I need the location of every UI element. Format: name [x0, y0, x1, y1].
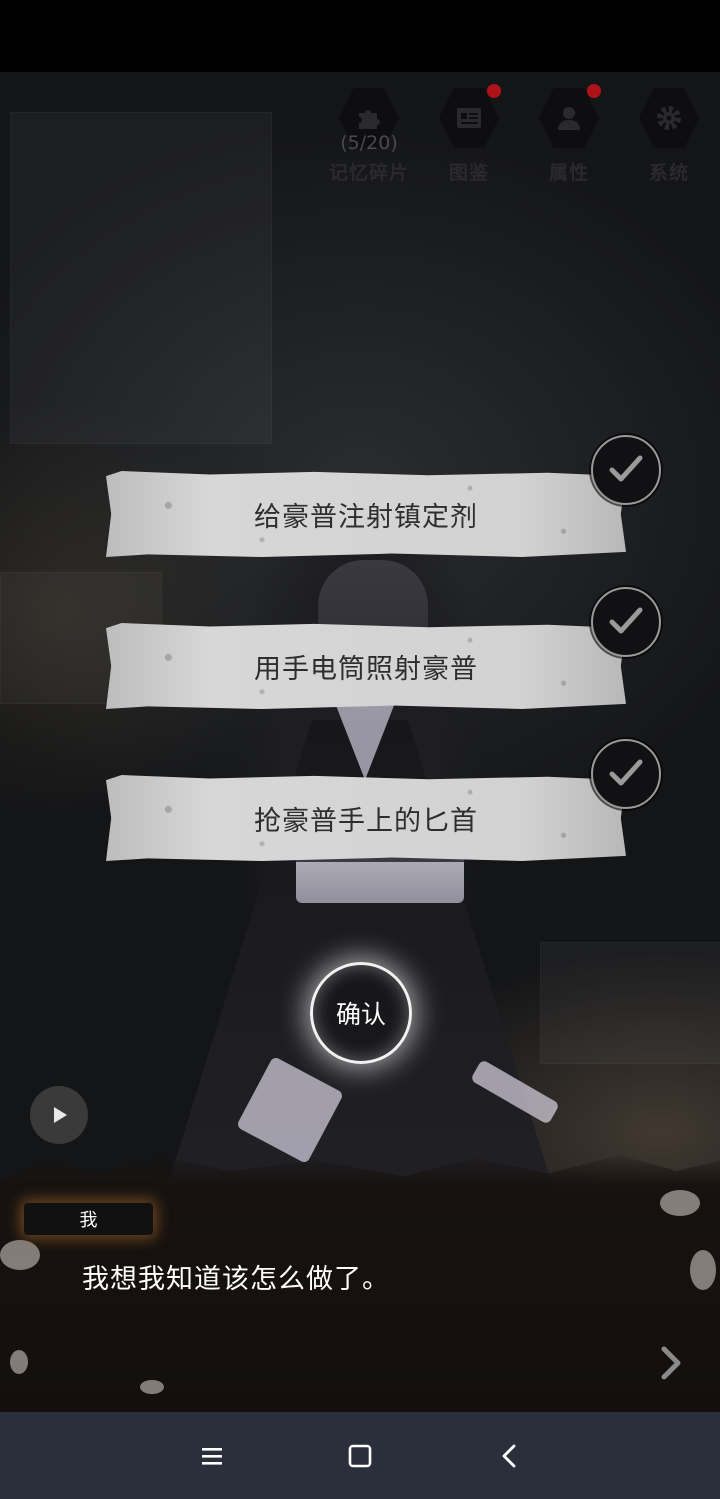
hex-frame: [639, 88, 699, 148]
check-icon: [609, 607, 643, 634]
back-icon: [502, 1444, 516, 1468]
menu-icon: [202, 1448, 222, 1465]
check-icon: [609, 455, 643, 482]
choice-check-3[interactable]: [591, 739, 661, 809]
auto-play-button[interactable]: [30, 1086, 88, 1144]
navigation-bar: [0, 1412, 720, 1499]
choice-option-1[interactable]: 给豪普注射镇定剂: [106, 471, 626, 557]
dialog-text: 我想我知道该怎么做了。: [82, 1264, 390, 1295]
background-shelf: [10, 112, 272, 444]
choice-check-2[interactable]: [591, 587, 661, 657]
codex-notification-dot: [487, 84, 501, 98]
status-bar: [0, 0, 720, 72]
background-crate: [540, 942, 720, 1064]
paint-blot: [0, 1240, 40, 1270]
paint-blot: [10, 1350, 28, 1374]
codex-button[interactable]: 图鉴: [421, 84, 517, 198]
memory-fragments-label: 记忆碎片: [328, 162, 409, 184]
choice-label: 用手电筒照射豪普: [254, 653, 478, 685]
choice-option-2[interactable]: 用手电筒照射豪普: [106, 623, 626, 709]
gear-icon: [657, 106, 681, 130]
confirm-label: 确认: [335, 1000, 386, 1029]
chevron-right-icon: [661, 1346, 681, 1380]
card-icon: [457, 108, 481, 128]
puzzle-icon: [359, 110, 380, 129]
choice-label: 抢豪普手上的匕首: [254, 805, 478, 837]
person-icon: [558, 107, 580, 130]
home-button[interactable]: [340, 1436, 380, 1476]
confirm-button[interactable]: 确认: [310, 962, 412, 1064]
game-screen: (5/20) 记忆碎片 图鉴 属性 系统 给豪普注射镇定剂 用手电筒照射豪普 抢…: [0, 0, 720, 1499]
recents-button[interactable]: [192, 1436, 232, 1476]
check-icon: [609, 759, 643, 786]
paint-blot: [690, 1250, 716, 1290]
choice-option-3[interactable]: 抢豪普手上的匕首: [106, 775, 626, 861]
memory-fragments-count: (5/20): [340, 132, 398, 154]
speaker-name-box: 我: [24, 1203, 153, 1235]
choice-check-1[interactable]: [591, 435, 661, 505]
memory-fragments-button[interactable]: (5/20) 记忆碎片: [321, 88, 417, 198]
attributes-button[interactable]: 属性: [521, 84, 617, 198]
system-button[interactable]: 系统: [621, 88, 717, 198]
square-icon: [348, 1444, 372, 1468]
next-dialog-button[interactable]: [656, 1346, 686, 1380]
paint-blot: [660, 1190, 700, 1216]
attributes-label: 属性: [548, 162, 589, 184]
codex-label: 图鉴: [448, 162, 489, 184]
paint-blot: [140, 1380, 164, 1394]
choice-label: 给豪普注射镇定剂: [254, 501, 478, 533]
back-button[interactable]: [490, 1436, 530, 1476]
speaker-name: 我: [79, 1210, 98, 1231]
attributes-notification-dot: [587, 84, 601, 98]
play-icon: [54, 1107, 67, 1123]
system-label: 系统: [648, 162, 689, 184]
